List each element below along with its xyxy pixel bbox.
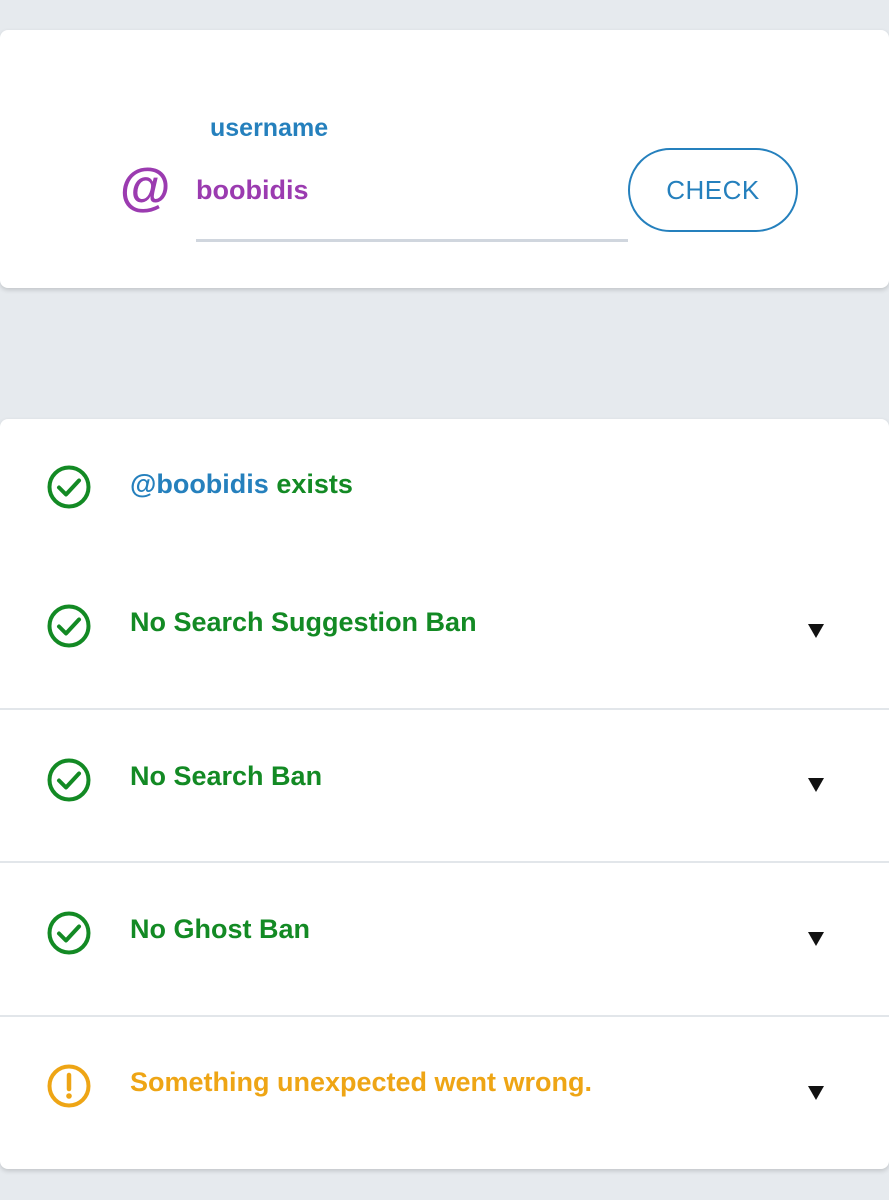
caret-down-icon[interactable] bbox=[805, 1084, 827, 1102]
result-text: @boobidis exists bbox=[130, 469, 353, 500]
check-circle-icon bbox=[47, 758, 91, 802]
result-text: Something unexpected went wrong. bbox=[130, 1067, 593, 1097]
result-row-unexpected-error[interactable]: Something unexpected went wrong. bbox=[0, 1017, 889, 1169]
result-row-ghost-ban[interactable]: No Ghost Ban bbox=[0, 863, 889, 1015]
result-text: No Ghost Ban bbox=[130, 914, 310, 944]
results-card: @boobidis exists No Search Suggestion Ba… bbox=[0, 419, 889, 1169]
result-text: No Search Ban bbox=[130, 761, 323, 791]
caret-down-icon[interactable] bbox=[805, 930, 827, 948]
check-circle-icon bbox=[47, 465, 91, 509]
username-label: username bbox=[210, 114, 329, 142]
result-row-exists: @boobidis exists bbox=[0, 419, 889, 571]
username-input[interactable] bbox=[196, 170, 628, 242]
username-search-card: username @ CHECK bbox=[0, 30, 889, 288]
result-row-search-ban[interactable]: No Search Ban bbox=[0, 710, 889, 862]
username-handle: @boobidis bbox=[130, 469, 269, 499]
check-button[interactable]: CHECK bbox=[628, 148, 798, 232]
check-circle-icon bbox=[47, 911, 91, 955]
result-text: No Search Suggestion Ban bbox=[130, 607, 477, 637]
alert-circle-icon bbox=[47, 1064, 91, 1108]
result-row-search-suggestion-ban[interactable]: No Search Suggestion Ban bbox=[0, 557, 889, 709]
check-circle-icon bbox=[47, 604, 91, 648]
result-status-text: exists bbox=[268, 469, 353, 499]
caret-down-icon[interactable] bbox=[805, 622, 827, 640]
caret-down-icon[interactable] bbox=[805, 776, 827, 794]
at-sign-icon: @ bbox=[119, 159, 170, 217]
